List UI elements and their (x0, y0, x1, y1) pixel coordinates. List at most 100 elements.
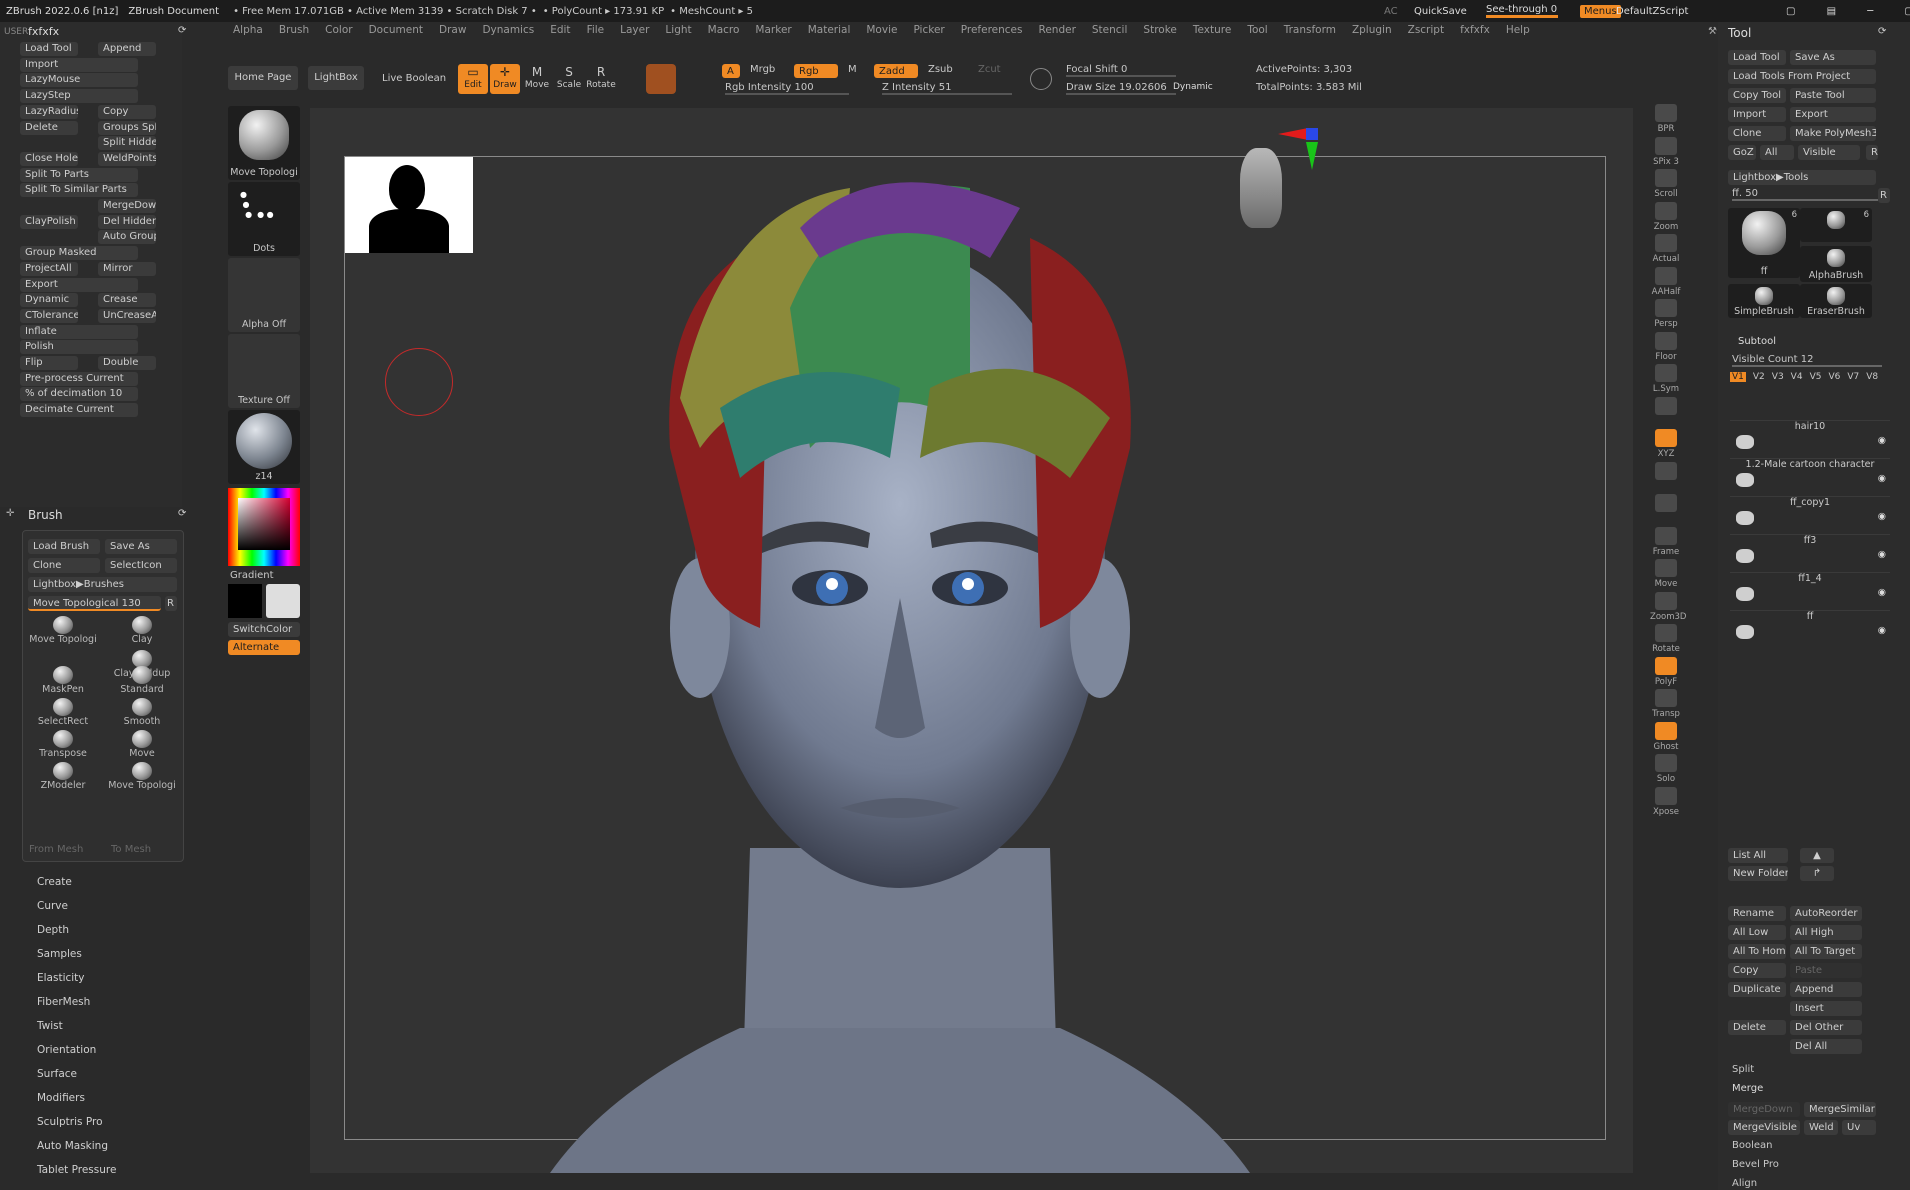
m-button[interactable]: M (848, 64, 857, 75)
subtool-visibility-icon[interactable]: ◉ (1878, 435, 1886, 446)
menu-macro[interactable]: Macro (700, 24, 748, 42)
version-v7[interactable]: V7 (1847, 372, 1859, 382)
section-tablet-pressure[interactable]: Tablet Pressure (0, 1158, 182, 1182)
alpha-thumb[interactable]: Alpha Off (228, 258, 300, 332)
subtool-item[interactable]: ◉ ff3 (1730, 534, 1890, 570)
tool-btn-import[interactable]: Import (1728, 107, 1786, 122)
op-all-low-button[interactable]: All Low (1728, 925, 1786, 940)
mergesimilar-button[interactable]: MergeSimilar (1804, 1102, 1876, 1117)
left-btn-mirror[interactable]: Mirror (98, 261, 156, 276)
section-create[interactable]: Create (0, 870, 182, 894)
subtool-item[interactable]: ◉ 1.2-Male cartoon character (1730, 458, 1890, 494)
load-brush-button[interactable]: Load Brush (28, 539, 100, 554)
left-btn-delete[interactable]: Delete (20, 120, 78, 135)
op-del-other-button[interactable]: Del Other (1790, 1020, 1862, 1035)
version-v5[interactable]: V5 (1810, 372, 1822, 382)
folder-action-icon[interactable]: ↱ (1800, 866, 1834, 881)
section-auto-masking[interactable]: Auto Masking (0, 1134, 182, 1158)
op-all-high-button[interactable]: All High (1790, 925, 1862, 940)
zcut-button[interactable]: Zcut (978, 64, 1001, 75)
live-boolean-button[interactable]: Live Boolean (382, 73, 446, 84)
brush-tile-zmodeler[interactable]: ZModeler (28, 762, 98, 794)
left-btn-uncreaseall[interactable]: UnCreaseAll (98, 308, 156, 323)
view-btn-move[interactable]: Move (1650, 559, 1682, 589)
op-del-all-button[interactable]: Del All (1790, 1039, 1862, 1054)
op-autoreorder-button[interactable]: AutoReorder (1790, 906, 1862, 921)
ff-slider[interactable]: ff. 50 (1732, 188, 1878, 201)
to-mesh-button[interactable]: To Mesh (111, 844, 151, 855)
left-btn-close-holes[interactable]: Close Holes (20, 151, 78, 166)
view-btn-floor[interactable]: Floor (1650, 331, 1682, 362)
section-curve[interactable]: Curve (0, 894, 182, 918)
op-all-to-home-button[interactable]: All To Home (1728, 944, 1786, 959)
seethrough-slider[interactable]: See-through 0 (1486, 4, 1558, 18)
view-btn-persp[interactable]: Persp (1650, 299, 1682, 329)
tool-btn-visible[interactable]: Visible (1798, 145, 1860, 160)
view-btn-blank[interactable] (1650, 494, 1682, 514)
zadd-button[interactable]: Zadd (874, 64, 918, 78)
tool-btn-goz[interactable]: GoZ (1728, 145, 1756, 160)
section-modifiers[interactable]: Modifiers (0, 1086, 182, 1110)
menu-alpha[interactable]: Alpha (225, 24, 271, 42)
menu-stroke[interactable]: Stroke (1135, 24, 1184, 42)
menu-texture[interactable]: Texture (1185, 24, 1239, 42)
bevel-pro-section[interactable]: Bevel Pro (1732, 1159, 1779, 1170)
left-btn-copy[interactable]: Copy (98, 104, 156, 119)
rgb-intensity-slider[interactable]: Rgb Intensity 100 (725, 82, 849, 95)
rgb-button[interactable]: Rgb (794, 64, 838, 78)
op-paste-button[interactable]: Paste (1790, 963, 1862, 978)
tool-draw-button[interactable]: ✛ Draw (490, 64, 520, 94)
menu-brush[interactable]: Brush (271, 24, 317, 42)
brush-tile-move[interactable]: Move (107, 730, 177, 762)
menu-light[interactable]: Light (657, 24, 699, 42)
material-thumb[interactable]: z14 (228, 410, 300, 484)
view-btn-xpose[interactable]: Xpose (1650, 786, 1682, 817)
menu-document[interactable]: Document (361, 24, 431, 42)
menus-button[interactable]: Menus (1580, 4, 1621, 18)
brush-tile-move-topologi[interactable]: Move Topologi (107, 762, 177, 794)
tool-rotate-button[interactable]: R Rotate (586, 64, 616, 94)
color-picker-square[interactable] (238, 498, 290, 550)
left-btn-lazyradius[interactable]: LazyRadius (20, 104, 78, 119)
view-btn-zoom3d[interactable]: Zoom3D (1650, 591, 1686, 622)
tool-thumb-simplebrush[interactable]: SimpleBrush (1728, 284, 1800, 318)
section-elasticity[interactable]: Elasticity (0, 966, 182, 990)
tool-btn-load-tool[interactable]: Load Tool (1728, 50, 1786, 65)
left-btn-split-hidden[interactable]: Split Hidden (98, 136, 156, 151)
section-orientation[interactable]: Orientation (0, 1038, 182, 1062)
view-btn-actual[interactable]: Actual (1650, 234, 1682, 264)
subtool-item[interactable]: ◉ hair10 (1730, 420, 1890, 456)
menu-material[interactable]: Material (800, 24, 859, 42)
align-section[interactable]: Align (1732, 1178, 1757, 1189)
view-btn-rotate[interactable]: Rotate (1650, 624, 1682, 654)
left-btn-split-to-similar-parts[interactable]: Split To Similar Parts (20, 183, 138, 198)
menu-movie[interactable]: Movie (858, 24, 905, 42)
menu-zplugin[interactable]: Zplugin (1344, 24, 1400, 42)
op-append-button[interactable]: Append (1790, 982, 1862, 997)
menu-preferences[interactable]: Preferences (953, 24, 1031, 42)
op-duplicate-button[interactable]: Duplicate (1728, 982, 1786, 997)
brush-thumb[interactable]: Move Topologi (228, 106, 300, 180)
left-btn-polish[interactable]: Polish (20, 340, 138, 355)
left-btn-double[interactable]: Double (98, 356, 156, 370)
tool-move-button[interactable]: M Move (522, 64, 552, 94)
menu-edit[interactable]: Edit (542, 24, 578, 42)
left-btn-auto-groups[interactable]: Auto Groups (98, 230, 156, 245)
material-swatch[interactable] (646, 64, 676, 94)
mergedown-button[interactable]: MergeDown (1728, 1102, 1800, 1117)
left-btn-import[interactable]: Import (20, 57, 138, 72)
view-btn-l-sym[interactable]: L.Sym (1650, 364, 1682, 394)
left-btn-pre-process-current[interactable]: Pre-process Current (20, 371, 138, 386)
move-up-icon[interactable]: ▲ (1800, 848, 1834, 863)
menu-tool[interactable]: Tool (1239, 24, 1275, 42)
list-all-button[interactable]: List All (1728, 848, 1788, 863)
subtool-item[interactable]: ◉ ff (1730, 610, 1890, 646)
tool-edit-button[interactable]: ▭ Edit (458, 64, 488, 94)
tool-btn-clone[interactable]: Clone (1728, 126, 1786, 141)
left-btn-projectall[interactable]: ProjectAll (20, 261, 78, 276)
left-btn-inflate[interactable]: Inflate (20, 324, 138, 339)
section-surface[interactable]: Surface (0, 1062, 182, 1086)
menu-help[interactable]: Help (1498, 24, 1538, 42)
menu-file[interactable]: File (579, 24, 613, 42)
color-picker[interactable] (228, 488, 300, 566)
